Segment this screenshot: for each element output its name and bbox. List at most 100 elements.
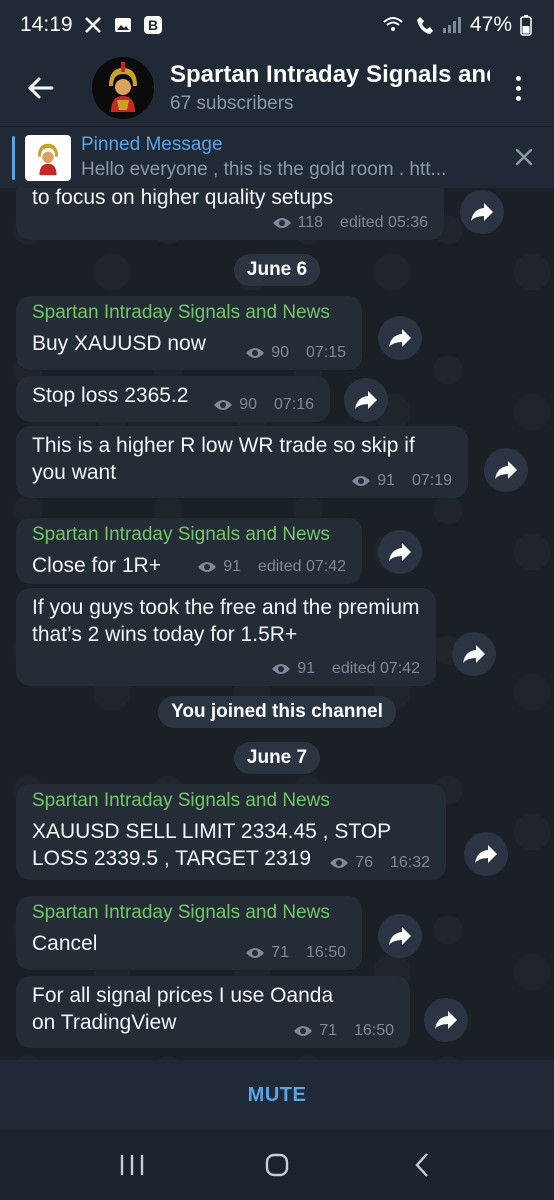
view-count: 91 xyxy=(377,472,396,489)
view-count: 118 xyxy=(297,214,324,231)
share-arrow-icon xyxy=(475,845,497,863)
message-time: 07:19 xyxy=(411,472,452,489)
signal-icon xyxy=(442,16,462,34)
share-arrow-icon xyxy=(389,543,411,561)
forward-button[interactable] xyxy=(452,632,496,676)
views-icon xyxy=(294,1026,313,1036)
view-count: 90 xyxy=(239,396,258,413)
forward-button[interactable] xyxy=(378,530,422,574)
message-meta: 76 16:32 xyxy=(329,854,430,872)
message-text: If you guys took the free and the premiu… xyxy=(32,596,420,646)
view-count: 91 xyxy=(223,558,242,575)
call-icon xyxy=(416,15,434,35)
message-meta: 118 edited 05:36 xyxy=(272,214,428,232)
channel-avatar[interactable] xyxy=(92,57,154,119)
views-icon xyxy=(214,400,233,410)
battery-icon xyxy=(520,14,532,36)
forward-button[interactable] xyxy=(378,316,422,360)
sender-name: Spartan Intraday Signals and News xyxy=(32,902,330,923)
sender-name: Spartan Intraday Signals and News xyxy=(32,790,330,811)
recents-button[interactable] xyxy=(102,1140,162,1190)
message-bubble[interactable]: This is a higher R low WR trade so skip … xyxy=(16,426,468,498)
message-time: 16:50 xyxy=(353,1022,394,1039)
forward-button[interactable] xyxy=(484,448,528,492)
chat-header: Spartan Intraday Signals and News 67 sub… xyxy=(0,50,554,126)
message-bubble[interactable]: Spartan Intraday Signals and News Close … xyxy=(16,518,362,584)
message-bubble[interactable]: to focus on higher quality setups 118 ed… xyxy=(16,188,444,240)
message-meta: 90 07:16 xyxy=(213,396,314,414)
chat-area[interactable]: to focus on higher quality setups 118 ed… xyxy=(0,188,554,1060)
sender-name: Spartan Intraday Signals and News xyxy=(32,524,330,545)
b-app-icon: B xyxy=(143,15,163,35)
message-time: 07:15 xyxy=(305,344,346,361)
forward-button[interactable] xyxy=(378,914,422,958)
message-bubble[interactable]: Stop loss 2365.2 90 07:16 xyxy=(16,376,330,422)
system-back-button[interactable] xyxy=(392,1140,452,1190)
more-menu-button[interactable] xyxy=(500,68,536,108)
share-arrow-icon xyxy=(389,329,411,347)
share-arrow-icon xyxy=(355,391,377,409)
system-nav-bar xyxy=(0,1130,554,1200)
views-icon xyxy=(352,476,371,486)
close-icon xyxy=(515,148,533,166)
message-time: edited 07:42 xyxy=(257,558,346,575)
message-time: 16:32 xyxy=(389,854,430,871)
close-pinned-button[interactable] xyxy=(510,143,538,171)
share-arrow-icon xyxy=(435,1011,457,1029)
mute-button[interactable]: MUTE xyxy=(248,1084,307,1107)
pinned-thumbnail xyxy=(25,134,71,181)
message-bubble[interactable]: Spartan Intraday Signals and News XAUUSD… xyxy=(16,784,446,880)
message-bubble[interactable]: Spartan Intraday Signals and News Cancel… xyxy=(16,896,362,970)
wifi-call-icon xyxy=(382,14,408,36)
message-meta: 90 07:15 xyxy=(245,344,346,362)
forward-button[interactable] xyxy=(424,998,468,1042)
view-count: 71 xyxy=(319,1022,338,1039)
subscriber-count: 67 subscribers xyxy=(170,93,294,114)
recents-icon xyxy=(121,1155,144,1175)
message-meta: 71 16:50 xyxy=(245,944,346,962)
x-app-icon xyxy=(83,15,103,35)
status-time: 14:19 xyxy=(20,13,73,36)
sender-name: Spartan Intraday Signals and News xyxy=(32,302,330,323)
views-icon xyxy=(246,948,265,958)
home-button[interactable] xyxy=(247,1140,307,1190)
views-icon xyxy=(272,218,291,228)
message-time: edited 05:36 xyxy=(339,214,428,231)
home-icon xyxy=(265,1153,289,1177)
view-count: 76 xyxy=(355,854,374,871)
battery-percent: 47% xyxy=(469,13,512,36)
pinned-message-bar[interactable]: Pinned Message Hello everyone , this is … xyxy=(0,126,554,188)
view-count: 90 xyxy=(271,344,290,361)
message-time: 16:50 xyxy=(305,944,346,961)
message-meta: 91 07:19 xyxy=(351,472,452,490)
message-time: 07:16 xyxy=(273,396,314,413)
view-count: 71 xyxy=(271,944,290,961)
share-arrow-icon xyxy=(471,203,493,221)
date-separator: June 7 xyxy=(234,742,320,774)
share-arrow-icon xyxy=(389,927,411,945)
forward-button[interactable] xyxy=(464,832,508,876)
forward-button[interactable] xyxy=(460,190,504,234)
message-meta: 91 edited 07:42 xyxy=(271,660,420,678)
message-text: to focus on higher quality setups xyxy=(32,188,334,209)
gallery-icon xyxy=(113,15,133,35)
views-icon xyxy=(198,562,217,572)
forward-button[interactable] xyxy=(344,378,388,422)
svg-text:B: B xyxy=(148,17,158,33)
message-meta: 71 16:50 xyxy=(293,1022,394,1040)
pinned-text: Hello everyone , this is the gold room .… xyxy=(81,159,447,180)
status-bar: 14:19 B 47% xyxy=(0,0,554,50)
share-arrow-icon xyxy=(463,645,485,663)
message-time: edited 07:42 xyxy=(331,660,420,677)
channel-title[interactable]: Spartan Intraday Signals and News xyxy=(170,61,490,89)
pinned-title: Pinned Message xyxy=(81,134,223,155)
views-icon xyxy=(330,858,349,868)
message-bubble[interactable]: For all signal prices I use Oanda on Tra… xyxy=(16,976,410,1048)
views-icon xyxy=(272,664,291,674)
message-meta: 91 edited 07:42 xyxy=(197,558,346,576)
message-bubble[interactable]: Spartan Intraday Signals and News Buy XA… xyxy=(16,296,362,370)
service-message: You joined this channel xyxy=(158,696,396,728)
message-bubble[interactable]: If you guys took the free and the premiu… xyxy=(16,588,436,686)
back-button[interactable] xyxy=(0,50,80,126)
back-arrow-icon xyxy=(28,77,54,99)
